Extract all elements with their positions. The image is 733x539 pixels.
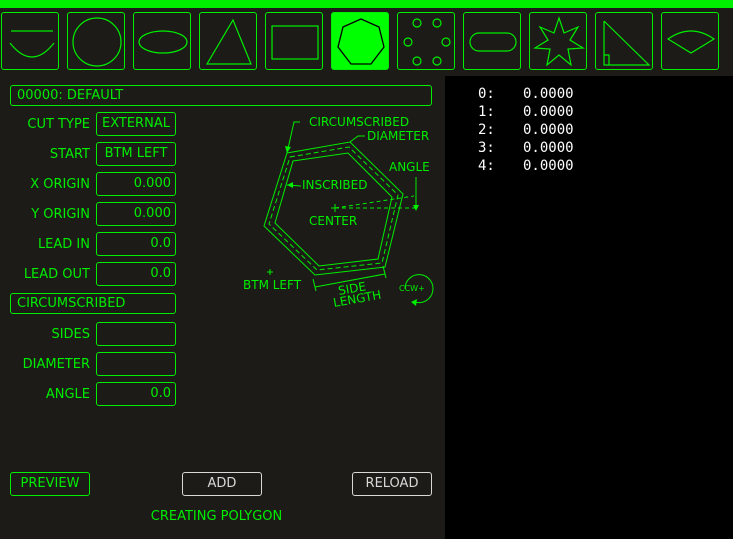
slot-icon [469, 32, 517, 52]
polygon-tool-button[interactable] [331, 12, 389, 70]
center-text: CENTER [309, 214, 357, 228]
shape-toolbar [0, 8, 733, 76]
y-origin-input[interactable]: 0.000 [96, 202, 176, 226]
sector-icon [666, 30, 716, 54]
inner-hexagon [274, 152, 393, 267]
triangle-icon [205, 18, 252, 65]
angle-input[interactable]: 0.0 [96, 382, 176, 406]
arc-chord-tool-button[interactable] [1, 12, 59, 70]
x-origin-label: X ORIGIN [30, 177, 90, 192]
polygon-diagram: CIRCUMSCRIBED DIAMETER ANGLE INSCRIBED C… [243, 115, 434, 310]
lead-out-label: LEAD OUT [23, 267, 90, 282]
diameter-label: DIAMETER [22, 357, 90, 372]
btm-left-text: BTM LEFT [243, 278, 302, 292]
profile-field[interactable]: 00000: DEFAULT [10, 85, 432, 106]
angle-text: ANGLE [389, 160, 430, 174]
start-label: START [49, 147, 90, 162]
inscribed-text: INSCRIBED [302, 178, 367, 192]
arc-chord-icon [9, 30, 55, 58]
sides-label: SIDES [51, 327, 90, 342]
status-text: CREATING POLYGON [150, 509, 283, 524]
circumscribed-text: CIRCUMSCRIBED [309, 115, 409, 129]
rectangle-tool-button[interactable] [265, 12, 323, 70]
slot-tool-button[interactable] [463, 12, 521, 70]
diameter-leader [349, 135, 365, 143]
point-row: 2: 0.0000 [478, 122, 574, 138]
cut-type-label: CUT TYPE [27, 117, 90, 132]
star-tool-button[interactable] [529, 12, 587, 70]
diameter-text: DIAMETER [367, 129, 429, 143]
sector-tool-button[interactable] [661, 12, 719, 70]
side-length-tick-right [382, 265, 387, 279]
start-select[interactable]: BTM LEFT [96, 142, 176, 166]
top-accent-bar [0, 0, 733, 8]
sides-input[interactable] [96, 322, 176, 346]
bolt-circle-tool-button[interactable] [397, 12, 455, 70]
right-triangle-tool-button[interactable] [595, 12, 653, 70]
lead-in-input[interactable]: 0.0 [96, 232, 176, 256]
ccw-text: CCW+ [399, 284, 425, 293]
x-origin-input[interactable]: 0.000 [96, 172, 176, 196]
star-icon [533, 16, 585, 67]
circle-tool-button[interactable] [67, 12, 125, 70]
polygon-form-panel: 00000: DEFAULT CUT TYPE EXTERNAL START B… [0, 76, 445, 539]
lead-in-label: LEAD IN [37, 237, 90, 252]
lead-out-input[interactable]: 0.0 [96, 262, 176, 286]
bolt-circle-icon [403, 18, 451, 66]
side-length-tick-left [312, 278, 317, 292]
diameter-input[interactable] [96, 352, 176, 376]
heptagon-icon [337, 18, 385, 65]
point-row: 4: 0.0000 [478, 158, 574, 174]
triangle-tool-button[interactable] [199, 12, 257, 70]
rectangle-icon [271, 25, 319, 60]
point-row: 3: 0.0000 [478, 140, 574, 156]
circle-icon [72, 17, 122, 67]
cut-type-select[interactable]: EXTERNAL [96, 112, 176, 136]
ellipse-icon [138, 30, 188, 54]
angle-label: ANGLE [45, 387, 90, 402]
reload-button[interactable]: RELOAD [352, 472, 432, 496]
preview-button[interactable]: PREVIEW [10, 472, 90, 496]
mode-select[interactable]: CIRCUMSCRIBED [10, 293, 176, 314]
preview-panel: 0: 0.0000 1: 0.0000 2: 0.0000 3: 0.0000 4: 0.… [445, 76, 733, 539]
add-button[interactable]: ADD [182, 472, 262, 496]
y-origin-label: Y ORIGIN [31, 207, 90, 222]
ellipse-tool-button[interactable] [133, 12, 191, 70]
point-row: 1: 0.0000 [478, 104, 574, 120]
point-row: 0: 0.0000 [478, 86, 574, 102]
right-triangle-icon [603, 20, 651, 66]
